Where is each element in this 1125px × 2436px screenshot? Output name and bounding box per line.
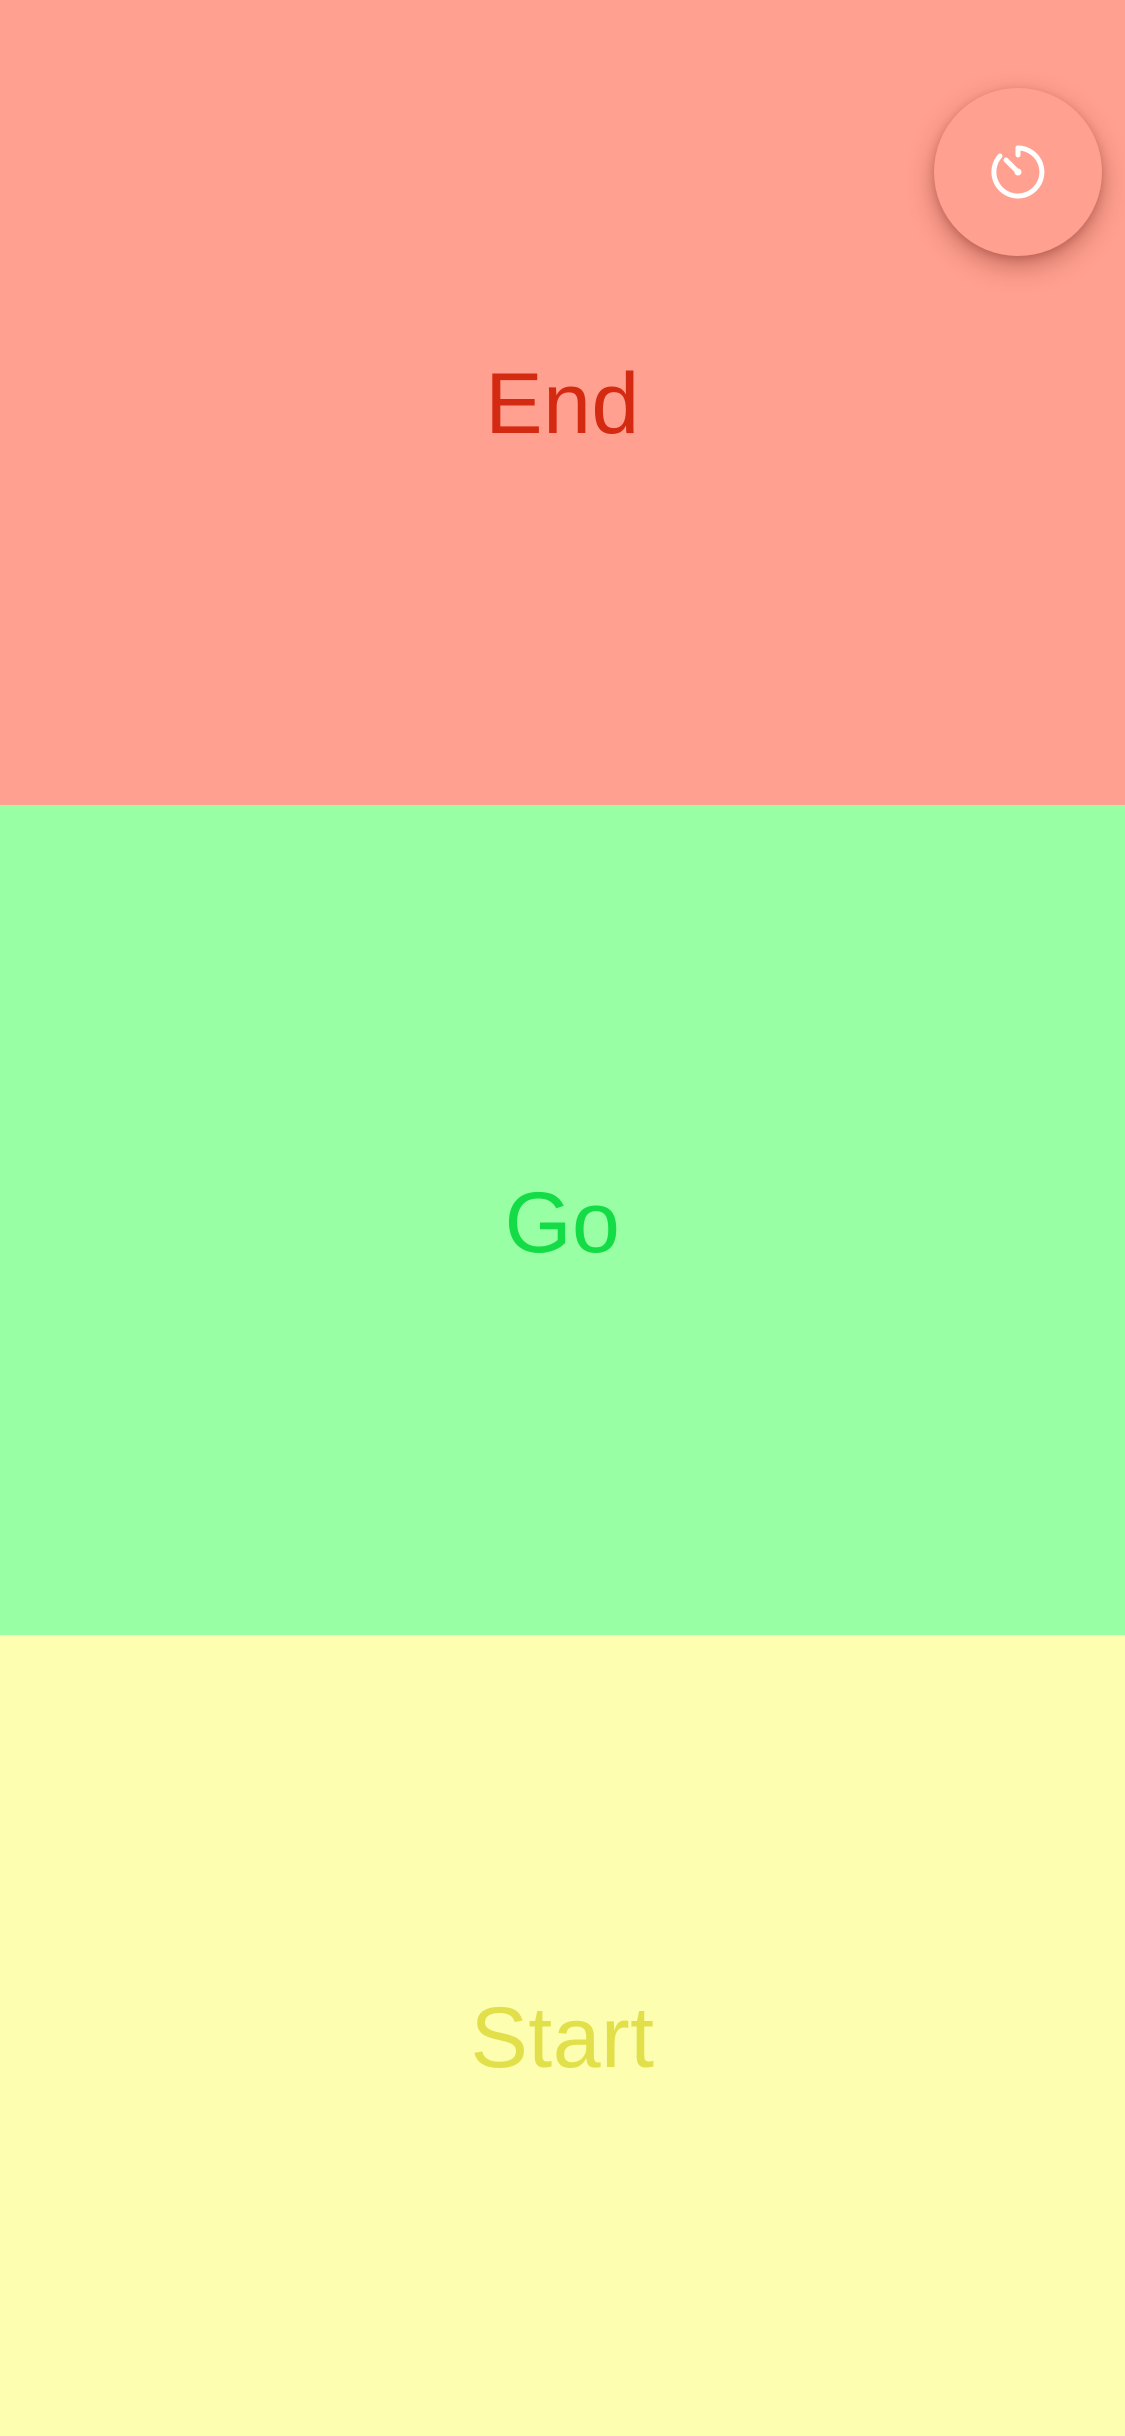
start-label: Start [470,1990,655,2086]
go-label: Go [504,1174,621,1271]
timer-screen: End Go Start [0,0,1125,2436]
go-panel[interactable]: Go [0,805,1125,1635]
timer-button[interactable] [934,88,1102,256]
end-label: End [485,356,640,452]
timer-icon [991,145,1045,199]
start-panel[interactable]: Start [0,1635,1125,2436]
